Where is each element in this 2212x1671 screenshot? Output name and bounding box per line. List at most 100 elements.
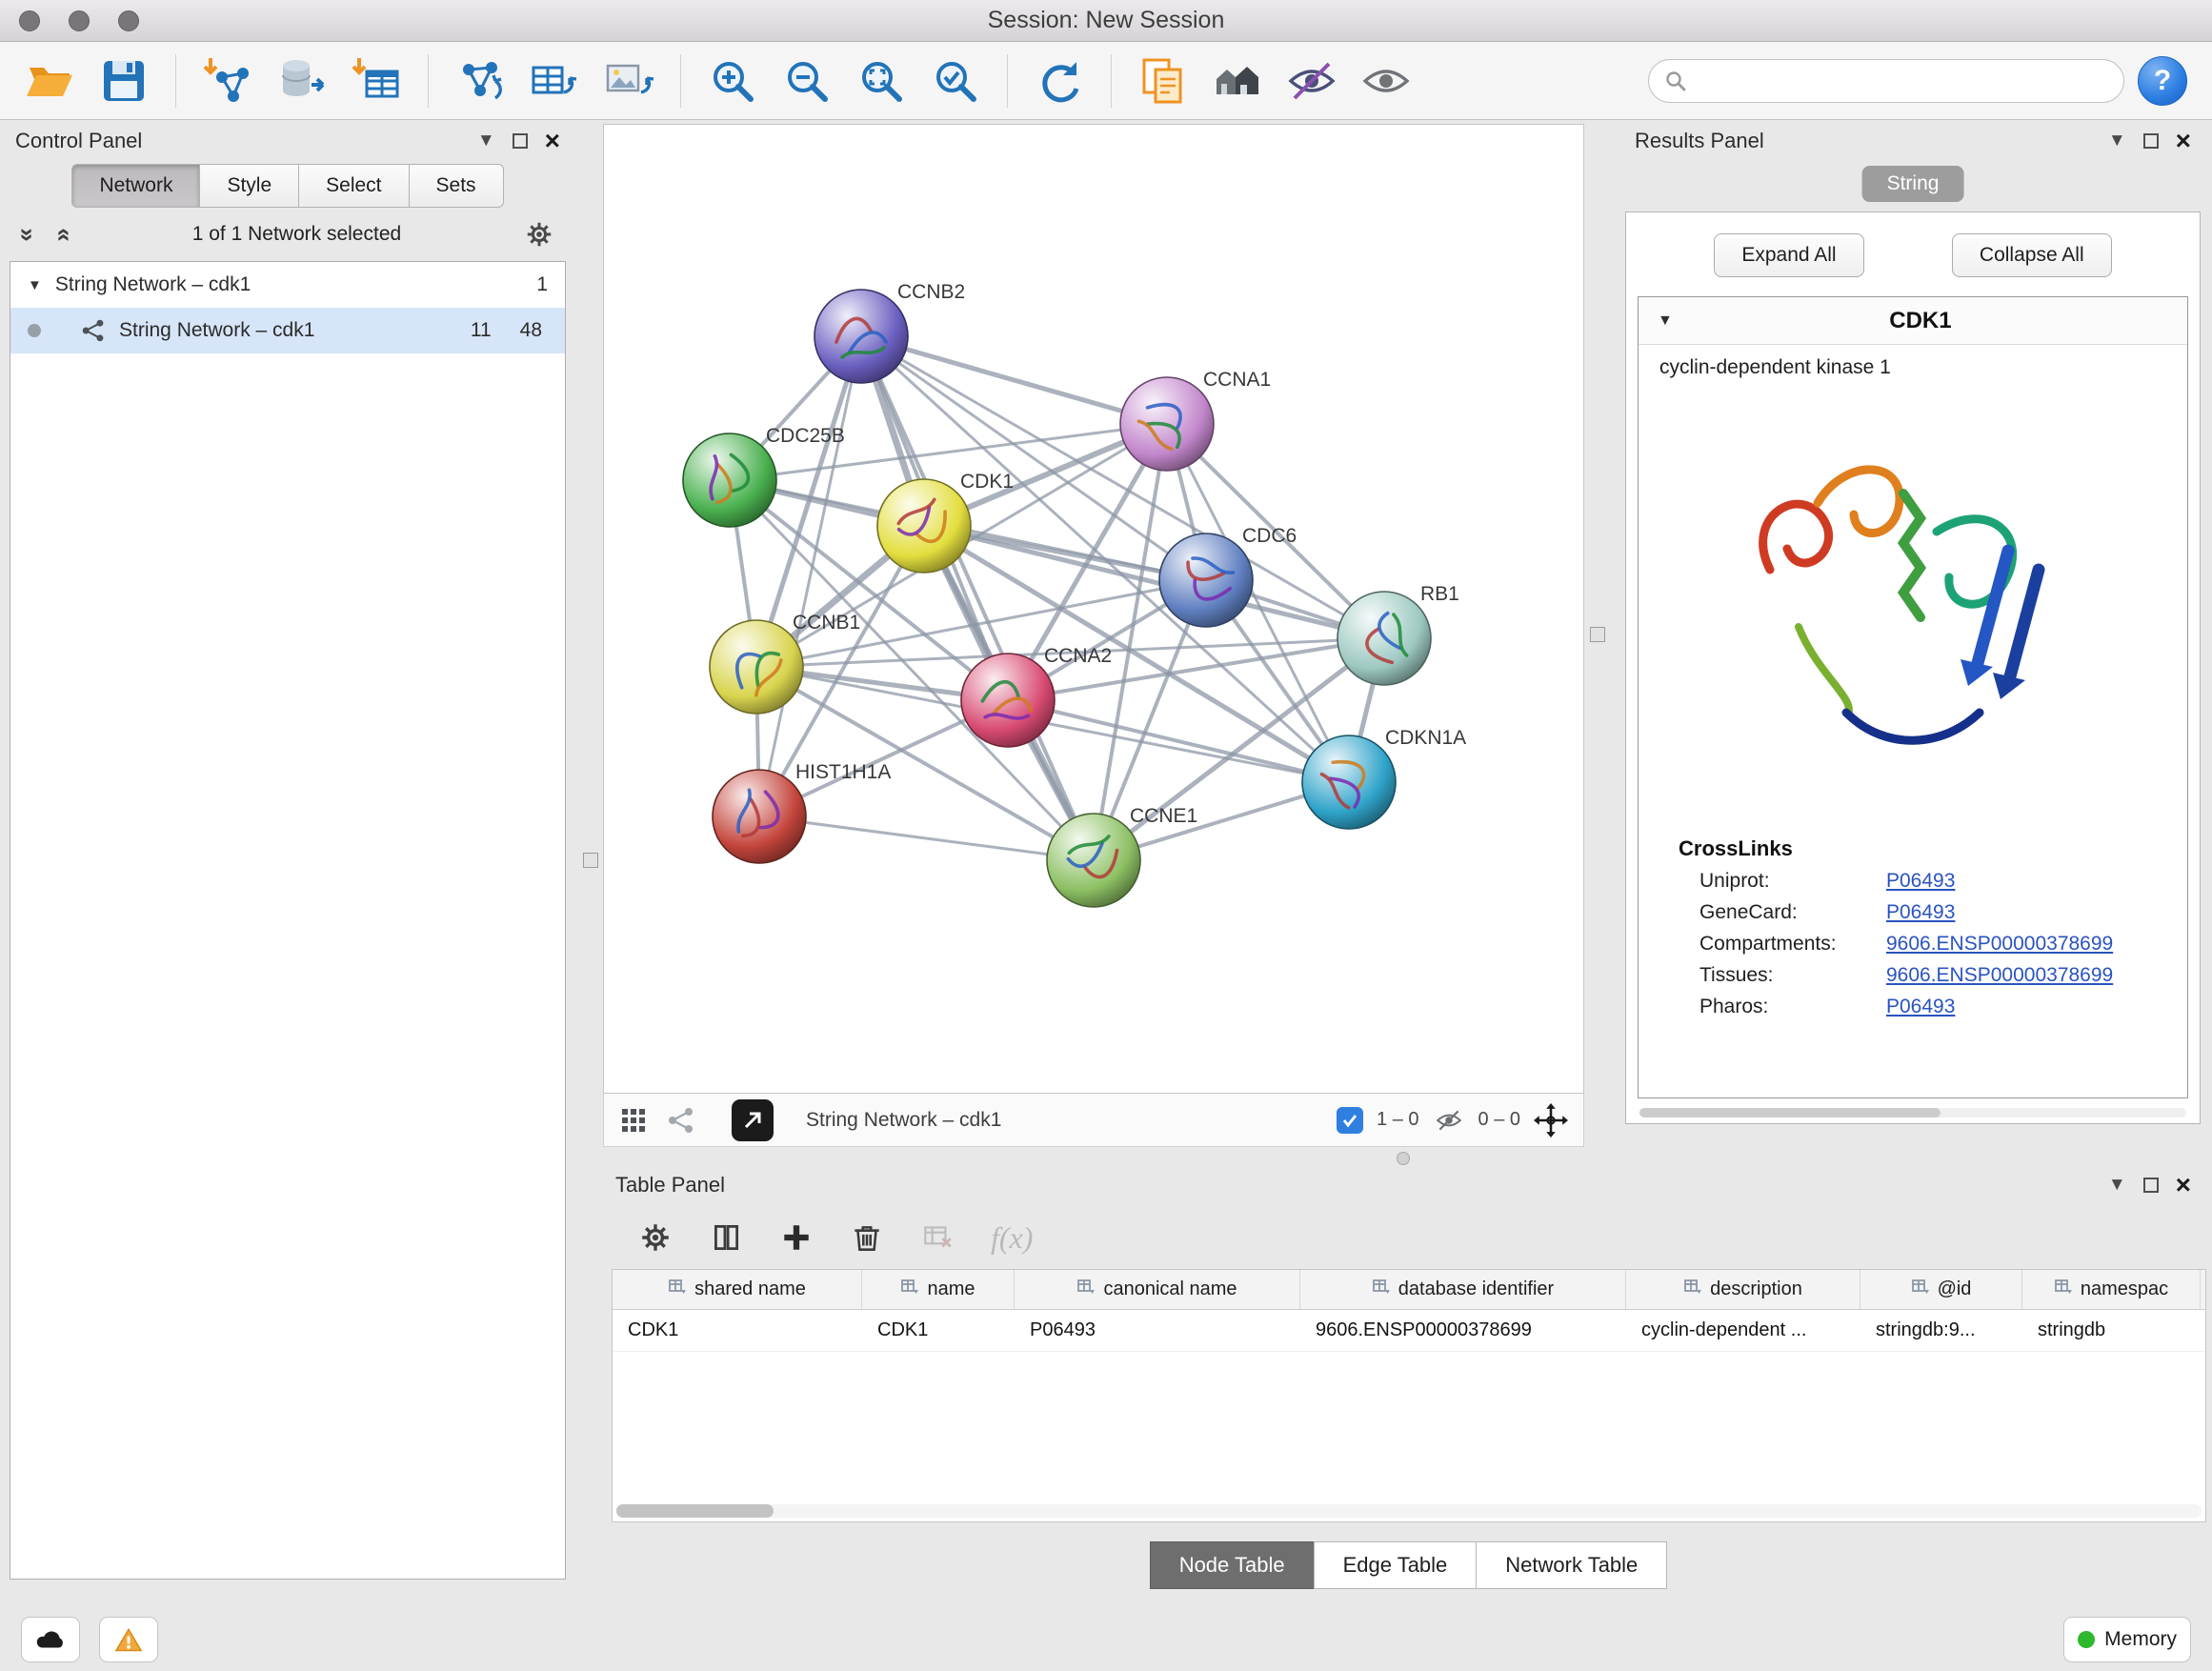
node-CCNE1[interactable]: CCNE1 bbox=[1047, 805, 1197, 907]
save-session-button[interactable] bbox=[93, 50, 154, 111]
scrollbar-thumb[interactable] bbox=[1639, 1108, 1941, 1117]
edge-CCNB2-CCNE1[interactable] bbox=[861, 336, 1094, 860]
expand-tree-icon[interactable]: » bbox=[13, 228, 43, 241]
crosslink-link[interactable]: P06493 bbox=[1886, 901, 1955, 924]
column-header--id[interactable]: @id bbox=[1860, 1270, 2022, 1309]
table-cell: 9606.ENSP00000378699 bbox=[1300, 1310, 1626, 1351]
tab-node-table[interactable]: Node Table bbox=[1150, 1541, 1315, 1589]
panel-close-icon[interactable]: × bbox=[2176, 1172, 2191, 1198]
tab-network[interactable]: Network bbox=[71, 164, 200, 208]
crosslink-link[interactable]: P06493 bbox=[1886, 996, 1955, 1018]
vertical-splitter-grip[interactable] bbox=[1590, 627, 1605, 642]
minimize-window-button[interactable] bbox=[69, 10, 90, 31]
panel-float-icon[interactable] bbox=[2143, 1178, 2159, 1193]
cloud-status-button[interactable] bbox=[21, 1617, 80, 1662]
network-graph[interactable]: CCNB2CCNA1CDC25BCDK1CDC6RB1CCNB1CCNA2CDK… bbox=[604, 125, 1583, 1093]
panel-float-icon[interactable] bbox=[513, 133, 528, 149]
panel-collapse-icon[interactable]: ▼ bbox=[2108, 131, 2126, 151]
expand-all-button[interactable]: Expand All bbox=[1714, 233, 1863, 277]
zoom-window-button[interactable] bbox=[118, 10, 139, 31]
close-window-button[interactable] bbox=[19, 10, 40, 31]
node-CCNB2[interactable]: CCNB2 bbox=[814, 281, 965, 383]
disclosure-triangle-icon[interactable]: ▼ bbox=[28, 277, 42, 293]
selected-checkbox-icon[interactable] bbox=[1337, 1107, 1363, 1134]
zoom-fit-button[interactable] bbox=[851, 50, 912, 111]
crosslink-link[interactable]: 9606.ENSP00000378699 bbox=[1886, 964, 2113, 987]
tab-network-table[interactable]: Network Table bbox=[1476, 1541, 1667, 1589]
disclosure-triangle-icon[interactable]: ▼ bbox=[1658, 312, 1673, 330]
tab-sets[interactable]: Sets bbox=[410, 164, 504, 208]
copy-document-button[interactable] bbox=[1133, 50, 1194, 111]
column-header-canonical-name[interactable]: canonical name bbox=[1015, 1270, 1300, 1309]
new-network-from-selection-button[interactable] bbox=[450, 50, 511, 111]
export-image-button[interactable] bbox=[598, 50, 659, 111]
gene-card-header[interactable]: ▼ CDK1 bbox=[1639, 297, 2187, 345]
column-header-shared-name[interactable]: shared name bbox=[613, 1270, 862, 1309]
scrollbar-thumb[interactable] bbox=[616, 1504, 774, 1518]
network-label: String Network – cdk1 bbox=[119, 319, 314, 342]
network-row[interactable]: String Network – cdk1 11 48 bbox=[10, 308, 565, 353]
column-header-database-identifier[interactable]: database identifier bbox=[1300, 1270, 1626, 1309]
results-tab-string[interactable]: String bbox=[1862, 166, 1964, 202]
network-collection-row[interactable]: ▼ String Network – cdk1 1 bbox=[10, 262, 565, 308]
node-CDKN1A[interactable]: CDKN1A bbox=[1302, 727, 1466, 829]
panel-close-icon[interactable]: × bbox=[545, 128, 560, 154]
node-HIST1H1A[interactable]: HIST1H1A bbox=[713, 761, 891, 863]
network-view-icon[interactable] bbox=[667, 1106, 695, 1135]
import-network-from-database-button[interactable] bbox=[271, 50, 332, 111]
horizontal-splitter-grip[interactable] bbox=[1397, 1152, 1410, 1165]
open-in-new-window-button[interactable] bbox=[732, 1099, 774, 1141]
table-horizontal-scrollbar[interactable] bbox=[616, 1504, 2202, 1518]
help-button[interactable]: ? bbox=[2138, 56, 2187, 106]
tab-edge-table[interactable]: Edge Table bbox=[1314, 1541, 1478, 1589]
node-label-CDK1: CDK1 bbox=[960, 471, 1014, 493]
vertical-splitter-grip[interactable] bbox=[583, 853, 598, 868]
node-CCNA1[interactable]: CCNA1 bbox=[1120, 369, 1271, 471]
column-sort-icon bbox=[1076, 1278, 1096, 1302]
panel-float-icon[interactable] bbox=[2143, 133, 2159, 149]
refresh-view-button[interactable] bbox=[1029, 50, 1090, 111]
collapse-tree-icon[interactable]: » bbox=[48, 228, 77, 241]
search-input[interactable] bbox=[1697, 70, 2108, 92]
node-label-CDC25B: CDC25B bbox=[766, 425, 845, 447]
zoom-selected-button[interactable] bbox=[925, 50, 986, 111]
show-all-button[interactable] bbox=[1356, 50, 1417, 111]
panel-close-icon[interactable]: × bbox=[2176, 128, 2191, 154]
memory-button[interactable]: Memory bbox=[2063, 1617, 2191, 1662]
import-table-from-file-button[interactable] bbox=[346, 50, 407, 111]
memory-status-dot bbox=[2078, 1631, 2095, 1648]
column-header-description[interactable]: description bbox=[1626, 1270, 1860, 1309]
warnings-button[interactable] bbox=[99, 1617, 158, 1662]
results-horizontal-scrollbar[interactable] bbox=[1639, 1108, 2186, 1117]
edge-HIST1H1A-CCNE1[interactable] bbox=[759, 816, 1094, 860]
import-network-from-file-button[interactable] bbox=[197, 50, 258, 111]
gear-icon[interactable] bbox=[524, 219, 554, 250]
edge-CCNB2-HIST1H1A[interactable] bbox=[759, 336, 861, 816]
pan-crosshair-icon[interactable] bbox=[1534, 1103, 1568, 1137]
first-neighbors-button[interactable] bbox=[1207, 50, 1268, 111]
crosslink-link[interactable]: 9606.ENSP00000378699 bbox=[1886, 933, 2113, 956]
node-RB1[interactable]: RB1 bbox=[1337, 583, 1459, 685]
hide-selected-button[interactable] bbox=[1281, 50, 1342, 111]
network-canvas[interactable]: CCNB2CCNA1CDC25BCDK1CDC6RB1CCNB1CCNA2CDK… bbox=[603, 124, 1584, 1094]
panel-collapse-icon[interactable]: ▼ bbox=[477, 131, 495, 151]
zoom-out-button[interactable] bbox=[776, 50, 837, 111]
column-header-namespac[interactable]: namespac bbox=[2022, 1270, 2201, 1309]
table-row[interactable]: CDK1CDK1P064939606.ENSP00000378699cyclin… bbox=[613, 1310, 2205, 1352]
add-column-icon[interactable] bbox=[779, 1220, 814, 1255]
grid-view-icon[interactable] bbox=[619, 1106, 648, 1135]
node-CDK1[interactable]: CDK1 bbox=[877, 471, 1014, 573]
tab-select[interactable]: Select bbox=[299, 164, 409, 208]
crosslink-link[interactable]: P06493 bbox=[1886, 870, 1955, 893]
column-header-name[interactable]: name bbox=[862, 1270, 1015, 1309]
show-columns-icon[interactable] bbox=[709, 1220, 743, 1255]
table-settings-gear-icon[interactable] bbox=[638, 1220, 673, 1255]
panel-collapse-icon[interactable]: ▼ bbox=[2108, 1175, 2126, 1196]
export-table-button[interactable] bbox=[524, 50, 585, 111]
delete-column-icon[interactable] bbox=[850, 1220, 884, 1255]
search-box[interactable] bbox=[1648, 59, 2124, 103]
collapse-all-button[interactable]: Collapse All bbox=[1952, 233, 2112, 277]
open-session-button[interactable] bbox=[19, 50, 80, 111]
tab-style[interactable]: Style bbox=[200, 164, 299, 208]
zoom-in-button[interactable] bbox=[702, 50, 763, 111]
